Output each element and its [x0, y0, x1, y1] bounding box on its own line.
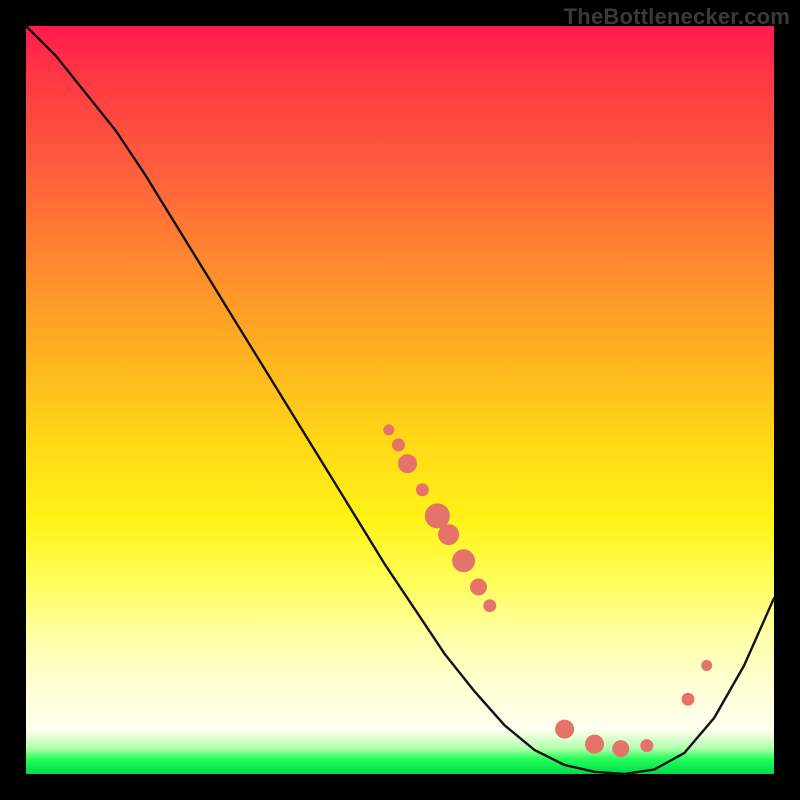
sample-point [399, 455, 417, 473]
sample-point [416, 484, 428, 496]
sample-point [471, 579, 487, 595]
sample-point [702, 661, 712, 671]
sample-point [425, 504, 449, 528]
sample-point [453, 550, 475, 572]
sample-point [613, 741, 629, 757]
marker-group [384, 425, 712, 757]
sample-point [556, 720, 574, 738]
sample-point [384, 425, 394, 435]
sample-point [641, 740, 653, 752]
sample-point [393, 439, 405, 451]
chart-frame: TheBottlenecker.com [0, 0, 800, 800]
sample-point [586, 735, 604, 753]
sample-point [682, 693, 694, 705]
sample-point [484, 600, 496, 612]
sample-point [439, 525, 459, 545]
bottleneck-curve [26, 26, 774, 774]
chart-overlay [26, 26, 774, 774]
